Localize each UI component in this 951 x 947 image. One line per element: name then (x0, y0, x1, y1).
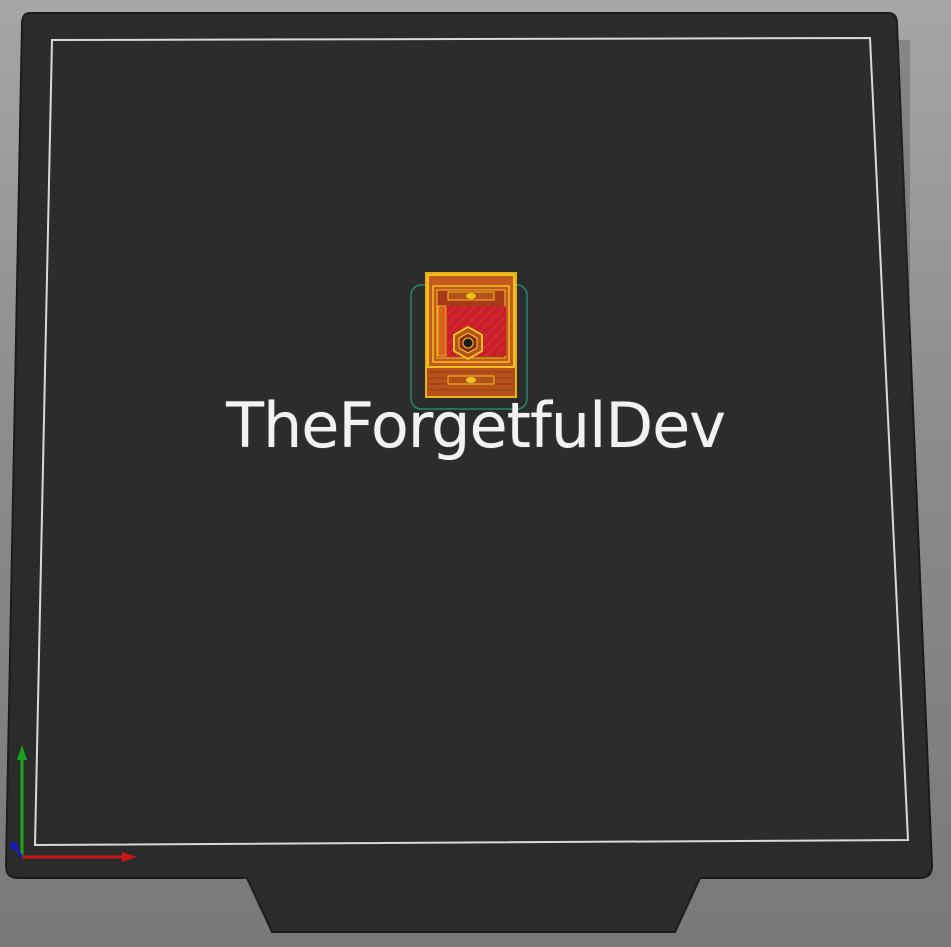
3d-viewport[interactable]: TheForgetfulDev (0, 0, 951, 947)
scene-svg (4, 12, 934, 933)
sliced-object-icon[interactable] (425, 272, 517, 398)
bed-shading (40, 40, 910, 840)
